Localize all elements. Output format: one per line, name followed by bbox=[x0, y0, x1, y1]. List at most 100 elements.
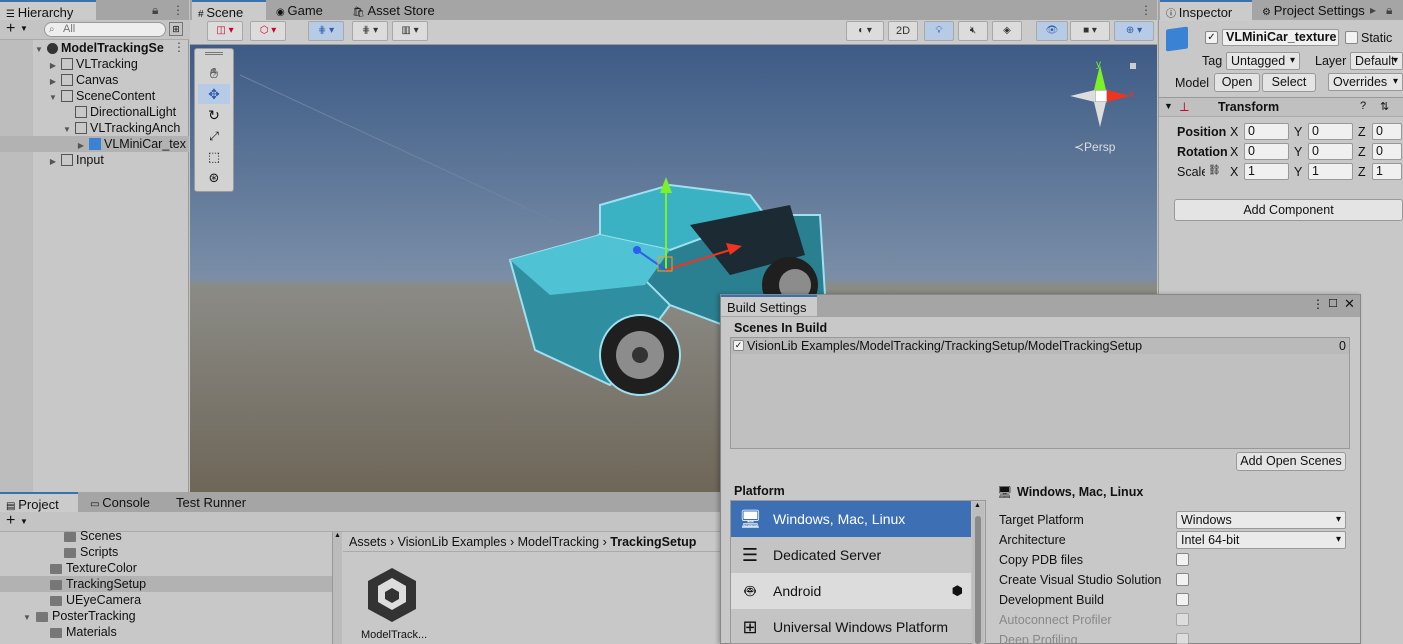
presets-icon[interactable]: ⇅ bbox=[1380, 100, 1389, 113]
audio-icon[interactable]: 🔇︎ bbox=[958, 21, 988, 41]
tab-asset-store[interactable]: 🛍︎ Asset Store bbox=[346, 0, 446, 21]
hierarchy-item[interactable]: ▶ VLMiniCar_tex bbox=[76, 136, 186, 152]
palette-handle[interactable] bbox=[205, 52, 223, 55]
position-y-field[interactable]: 0 bbox=[1308, 123, 1353, 140]
hierarchy-item[interactable]: ▶ Input bbox=[48, 152, 104, 168]
open-button[interactable]: Open bbox=[1214, 73, 1260, 92]
breadcrumb-vl[interactable]: VisionLib Examples bbox=[398, 535, 507, 549]
unity-scene-asset-icon[interactable] bbox=[366, 566, 418, 624]
render-paths-button[interactable]: ⬡ ▾ bbox=[250, 21, 286, 41]
platform-item[interactable]: ☰ Dedicated Server bbox=[731, 537, 971, 573]
close-icon[interactable]: ✕ bbox=[1344, 296, 1355, 312]
gizmos-icon[interactable]: ⊕ ▾ bbox=[1114, 21, 1154, 41]
rotation-y-field[interactable]: 0 bbox=[1308, 143, 1353, 160]
asset-item-label[interactable]: ModelTrack... bbox=[361, 629, 427, 641]
menu-kebab-icon[interactable]: ⋮ bbox=[172, 3, 184, 17]
breadcrumb-ts[interactable]: TrackingSetup bbox=[610, 535, 696, 549]
chevron-down-icon[interactable]: ▼ bbox=[20, 24, 28, 33]
breadcrumb-mt[interactable]: ModelTracking bbox=[518, 535, 600, 549]
hierarchy-search-input[interactable]: ⌕ All bbox=[44, 22, 166, 37]
position-z-field[interactable]: 0 bbox=[1372, 123, 1402, 140]
grid-snap-button[interactable]: ⋕ ▾ bbox=[308, 21, 344, 41]
rect-tool-icon[interactable]: ⬚ bbox=[198, 147, 230, 167]
move-tool-icon[interactable]: ✥ bbox=[198, 84, 230, 104]
scale-link-icon[interactable]: ⛓︎ bbox=[1208, 165, 1221, 176]
setting-checkbox[interactable] bbox=[1176, 593, 1189, 606]
window-menu-kebab-icon[interactable]: ⋮ bbox=[1312, 297, 1324, 311]
hidden-objects-icon[interactable]: 👁︎ bbox=[1036, 21, 1068, 41]
layer-dropdown[interactable]: Default bbox=[1350, 52, 1403, 70]
rotation-x-field[interactable]: 0 bbox=[1244, 143, 1289, 160]
scale-tool-icon[interactable]: ⤢ bbox=[198, 126, 230, 146]
tab-build-settings[interactable]: Build Settings bbox=[721, 295, 817, 316]
object-name-field[interactable]: VLMiniCar_texture bbox=[1222, 29, 1339, 46]
transform-header[interactable] bbox=[1159, 97, 1403, 117]
hierarchy-item[interactable]: ▶ VLTracking bbox=[48, 56, 138, 72]
hierarchy-item[interactable]: ▼ ModelTrackingSe bbox=[34, 40, 164, 56]
hierarchy-item[interactable]: ▼ VLTrackingAnch bbox=[62, 120, 180, 136]
hand-tool-icon[interactable]: ✋︎ bbox=[198, 63, 230, 83]
project-scrollbar[interactable]: ▲ bbox=[332, 532, 342, 644]
toggle-2d-button[interactable]: 2D bbox=[888, 21, 918, 41]
draw-mode-button[interactable]: ◫ ▾ bbox=[207, 21, 243, 41]
scale-z-field[interactable]: 1 bbox=[1372, 163, 1402, 180]
help-icon[interactable]: ? bbox=[1360, 100, 1366, 112]
project-folder-item[interactable]: Scenes bbox=[50, 528, 122, 544]
platform-item[interactable]: 🤖︎ Android ⬢ bbox=[731, 573, 971, 609]
expand-arrow-icon[interactable]: ▼ bbox=[48, 90, 58, 106]
tab-project[interactable]: ▤ Project bbox=[0, 492, 78, 513]
tab-game[interactable]: ◉ Game bbox=[270, 0, 336, 21]
camera-settings-icon[interactable]: ■ ▾ bbox=[1070, 21, 1110, 41]
transform-tool-icon[interactable]: ⊛ bbox=[198, 168, 230, 188]
tab-project-settings[interactable]: ⚙ Project Settings bbox=[1256, 0, 1380, 21]
platform-item[interactable]: ⊞ Universal Windows Platform bbox=[731, 609, 971, 644]
project-add-icon[interactable]: + bbox=[6, 512, 15, 530]
orientation-gizmo[interactable] bbox=[1070, 63, 1136, 127]
add-open-scenes-button[interactable]: Add Open Scenes bbox=[1236, 452, 1346, 471]
project-folder-item[interactable]: Materials bbox=[36, 624, 117, 640]
tab-hierarchy[interactable]: ☰ Hierarchy bbox=[0, 0, 96, 21]
project-folder-item[interactable]: Scripts bbox=[50, 544, 118, 560]
select-button[interactable]: Select bbox=[1262, 73, 1316, 92]
maximize-icon[interactable]: ☐ bbox=[1328, 297, 1338, 310]
setting-checkbox[interactable] bbox=[1176, 553, 1189, 566]
overrides-dropdown[interactable]: Overrides bbox=[1328, 73, 1403, 91]
rotate-tool-icon[interactable]: ↻ bbox=[198, 105, 230, 125]
tab-scroll-icon[interactable]: ▸ bbox=[1370, 3, 1376, 17]
scene-include-checkbox[interactable]: ✓ bbox=[733, 340, 744, 351]
platform-scrollbar[interactable]: ▲ bbox=[972, 502, 984, 644]
tab-test-runner[interactable]: Test Runner bbox=[170, 492, 260, 513]
hierarchy-item[interactable]: ▶ Canvas bbox=[48, 72, 118, 88]
project-folder-item[interactable]: UEyeCamera bbox=[36, 592, 141, 608]
scale-y-field[interactable]: 1 bbox=[1308, 163, 1353, 180]
project-chevron-down-icon[interactable]: ▼ bbox=[20, 517, 28, 526]
rotation-z-field[interactable]: 0 bbox=[1372, 143, 1402, 160]
breadcrumb-assets[interactable]: Assets bbox=[349, 535, 387, 549]
add-component-button[interactable]: Add Component bbox=[1174, 199, 1403, 221]
tab-scene[interactable]: # Scene bbox=[192, 0, 266, 21]
expand-arrow-icon[interactable]: ▼ bbox=[22, 610, 32, 626]
project-folder-item[interactable]: TrackingSetup bbox=[36, 576, 146, 592]
add-icon[interactable]: + bbox=[6, 20, 15, 38]
static-checkbox[interactable] bbox=[1345, 31, 1358, 44]
scene-filter-icon[interactable]: ⊞ bbox=[169, 22, 183, 36]
scene-menu-kebab-icon[interactable]: ⋮ bbox=[1140, 3, 1152, 17]
setting-dropdown[interactable]: Windows bbox=[1176, 511, 1346, 529]
hierarchy-item[interactable]: DirectionalLight bbox=[62, 104, 176, 120]
ruler-button[interactable]: ▥ ▾ bbox=[392, 21, 428, 41]
hierarchy-item[interactable]: ▼ SceneContent bbox=[48, 88, 155, 104]
setting-checkbox[interactable] bbox=[1176, 573, 1189, 586]
effects-icon[interactable]: ◈ bbox=[992, 21, 1022, 41]
scene-menu-kebab-icon[interactable]: ⋮ bbox=[173, 40, 185, 54]
project-folder-item[interactable]: ▼ PosterTracking bbox=[22, 608, 136, 624]
tab-inspector[interactable]: ⓘ Inspector bbox=[1160, 0, 1252, 21]
lock-icon[interactable]: 🔒︎ bbox=[152, 3, 158, 18]
project-folder-item[interactable]: TextureColor bbox=[36, 560, 137, 576]
collapse-arrow-icon[interactable]: ▼ bbox=[1164, 101, 1173, 111]
setting-dropdown[interactable]: Intel 64-bit bbox=[1176, 531, 1346, 549]
position-x-field[interactable]: 0 bbox=[1244, 123, 1289, 140]
perspective-label[interactable]: ≺Persp bbox=[1074, 140, 1115, 154]
tag-dropdown[interactable]: Untagged bbox=[1226, 52, 1300, 70]
inspector-lock-icon[interactable]: 🔒︎ bbox=[1386, 3, 1392, 18]
expand-arrow-icon[interactable]: ▶ bbox=[48, 154, 58, 170]
